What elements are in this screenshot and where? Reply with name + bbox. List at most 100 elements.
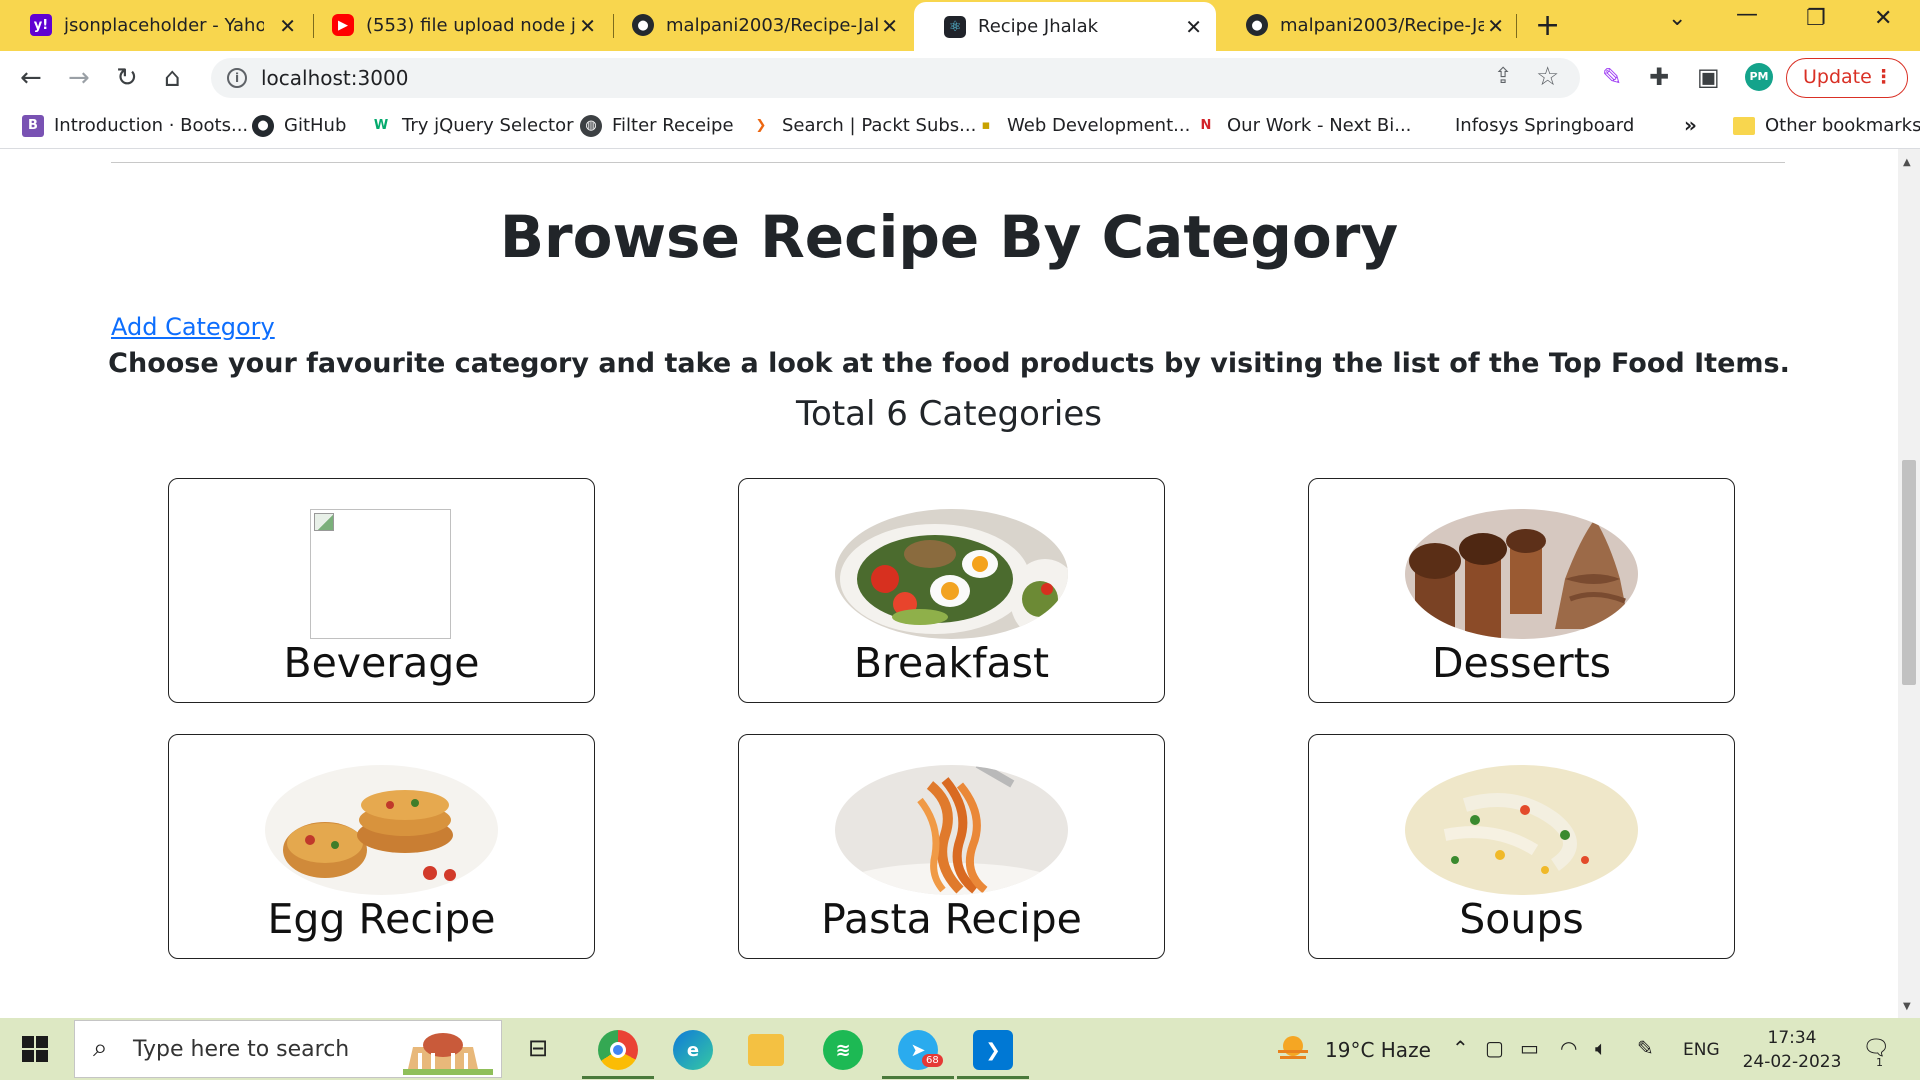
search-icon: ⌕	[93, 1033, 108, 1063]
scrollbar-thumb[interactable]	[1902, 460, 1916, 685]
category-name: Beverage	[283, 639, 480, 687]
url-text[interactable]: localhost:3000	[261, 66, 408, 90]
weather-text[interactable]: 19°C Haze	[1325, 1038, 1431, 1062]
category-card-soups[interactable]: Soups	[1308, 734, 1735, 959]
forward-icon[interactable]: →	[68, 63, 90, 93]
page-title: Browse Recipe By Category	[499, 203, 1399, 271]
packt-icon: ❯	[750, 115, 772, 137]
folder-icon	[1733, 117, 1755, 135]
file-explorer-icon[interactable]	[748, 1034, 784, 1066]
bookmark-label: Search | Packt Subs...	[782, 115, 977, 136]
telegram-badge: 68	[922, 1054, 943, 1067]
broken-image-icon	[310, 509, 451, 639]
bookmark-infosys[interactable]: Infosys Springboard	[1455, 115, 1634, 136]
intro-text: Choose your favourite category and take …	[108, 348, 1790, 379]
github-icon: ●	[1246, 14, 1268, 36]
other-bookmarks[interactable]: Other bookmarks	[1733, 115, 1920, 136]
share-icon[interactable]: ⇪	[1494, 64, 1512, 89]
youtube-icon: ▶	[332, 14, 354, 36]
address-bar[interactable]: i localhost:3000 ⇪ ☆	[211, 58, 1580, 98]
bookmark-github[interactable]: ● GitHub	[252, 115, 346, 137]
taskbar-search-box[interactable]: ⌕ Type here to search	[74, 1020, 502, 1078]
close-icon[interactable]: ✕	[279, 14, 296, 38]
minimize-icon[interactable]: —	[1736, 2, 1758, 27]
bookmark-our-work[interactable]: N Our Work - Next Bi...	[1195, 115, 1411, 137]
desserts-image	[1405, 509, 1638, 639]
bookmark-jquery[interactable]: W Try jQuery Selector	[370, 115, 574, 137]
clock[interactable]: 17:34 24-02-2023	[1732, 1026, 1852, 1074]
bookmark-label: GitHub	[284, 115, 347, 136]
pen-extension-icon[interactable]: ✎	[1602, 63, 1622, 91]
bookmark-label: Other bookmarks	[1765, 115, 1920, 136]
page-content: Browse Recipe By Category Add Category C…	[0, 149, 1898, 1018]
menu-dots-icon[interactable]: ⋮	[1874, 59, 1893, 96]
globe-icon: ◍	[580, 115, 602, 137]
new-tab-button[interactable]: +	[1535, 8, 1560, 43]
haze-weather-icon[interactable]	[1276, 1032, 1310, 1066]
bookmark-bootstrap[interactable]: B Introduction · Boots...	[22, 115, 248, 137]
category-card-pasta-recipe[interactable]: Pasta Recipe	[738, 734, 1165, 959]
tab-github[interactable]: ● malpani2003/Recipe-Jalak ✕	[602, 0, 912, 51]
yahoo-icon: y!	[30, 14, 52, 36]
close-icon[interactable]: ✕	[1185, 15, 1202, 39]
category-card-beverage[interactable]: Beverage	[168, 478, 595, 703]
spotify-icon[interactable]: ≋	[823, 1030, 863, 1070]
bookmark-label: Our Work - Next Bi...	[1227, 115, 1412, 136]
tab-yahoo[interactable]: y! jsonplaceholder - Yahoo Ir ✕	[0, 0, 310, 51]
date: 24-02-2023	[1742, 1052, 1842, 1072]
bookmark-packt[interactable]: ❯ Search | Packt Subs...	[750, 115, 976, 137]
windows-start-icon[interactable]	[22, 1036, 48, 1062]
category-name: Pasta Recipe	[821, 895, 1082, 943]
notification-count: 1	[1876, 1056, 1883, 1069]
tab-recipe-jhalak[interactable]: ⚛ Recipe Jhalak ✕	[914, 2, 1216, 51]
wifi-icon[interactable]: ◠	[1560, 1036, 1577, 1060]
tab-youtube[interactable]: ▶ (553) file upload node js n ✕	[302, 0, 610, 51]
chrome-icon[interactable]	[598, 1030, 638, 1070]
site-info-icon[interactable]: i	[227, 68, 247, 88]
reload-icon[interactable]: ↻	[116, 63, 138, 93]
close-icon[interactable]: ✕	[579, 14, 596, 38]
category-card-egg-recipe[interactable]: Egg Recipe	[168, 734, 595, 959]
total-categories: Total 6 Categories	[796, 394, 1102, 434]
bookmark-filter-receipe[interactable]: ◍ Filter Receipe	[580, 115, 734, 137]
window-close-icon[interactable]: ✕	[1874, 6, 1892, 31]
tab-label: (553) file upload node js n	[366, 15, 576, 36]
app-indicator	[957, 1076, 1029, 1079]
volume-icon[interactable]: 🔈︎	[1595, 1036, 1607, 1060]
close-icon[interactable]: ✕	[881, 14, 898, 38]
more-bookmarks-icon[interactable]: »	[1684, 113, 1697, 137]
scroll-up-icon[interactable]: ▲	[1903, 157, 1911, 168]
bookmark-label: Try jQuery Selector	[402, 115, 574, 136]
pen-icon[interactable]: ✎	[1637, 1036, 1654, 1060]
category-name: Desserts	[1431, 639, 1612, 687]
onedrive-icon[interactable]: ▢	[1485, 1036, 1504, 1060]
extensions-icon[interactable]: ✚	[1649, 63, 1669, 91]
battery-icon[interactable]: ▭	[1520, 1036, 1539, 1060]
language-indicator[interactable]: ENG	[1683, 1040, 1720, 1060]
update-label: Update	[1803, 66, 1872, 88]
windows-taskbar: ⌕ Type here to search ⊟ e ≋ ➤ 68 ❯ 19°C …	[0, 1018, 1920, 1080]
pasta-recipe-image	[835, 765, 1068, 895]
tab-github-2[interactable]: ● malpani2003/Recipe-Jalak ✕	[1216, 0, 1518, 51]
scroll-down-icon[interactable]: ▼	[1903, 1001, 1911, 1012]
edge-icon[interactable]: e	[673, 1030, 713, 1070]
restore-icon[interactable]: ❐	[1806, 6, 1826, 31]
profile-avatar[interactable]: PM	[1745, 63, 1773, 91]
tab-label: malpani2003/Recipe-Jalak	[666, 15, 878, 36]
task-view-icon[interactable]: ⊟	[528, 1034, 548, 1062]
update-button[interactable]: Update ⋮	[1786, 58, 1908, 98]
close-icon[interactable]: ✕	[1487, 14, 1504, 38]
add-category-link[interactable]: Add Category	[111, 313, 275, 341]
active-app-indicator	[582, 1076, 654, 1079]
side-panel-icon[interactable]: ▣	[1697, 63, 1720, 91]
bookmark-star-icon[interactable]: ☆	[1536, 62, 1559, 92]
tab-search-icon[interactable]: ⌄	[1668, 6, 1686, 31]
bookmark-web-development[interactable]: ▪ Web Development...	[975, 115, 1190, 137]
page-scrollbar[interactable]: ▲ ▼	[1898, 149, 1920, 1018]
category-card-breakfast[interactable]: Breakfast	[738, 478, 1165, 703]
vscode-icon[interactable]: ❯	[973, 1030, 1013, 1070]
category-card-desserts[interactable]: Desserts	[1308, 478, 1735, 703]
back-icon[interactable]: ←	[20, 63, 42, 93]
show-hidden-icons-icon[interactable]: ⌃	[1452, 1036, 1469, 1060]
home-icon[interactable]: ⌂	[164, 63, 181, 93]
